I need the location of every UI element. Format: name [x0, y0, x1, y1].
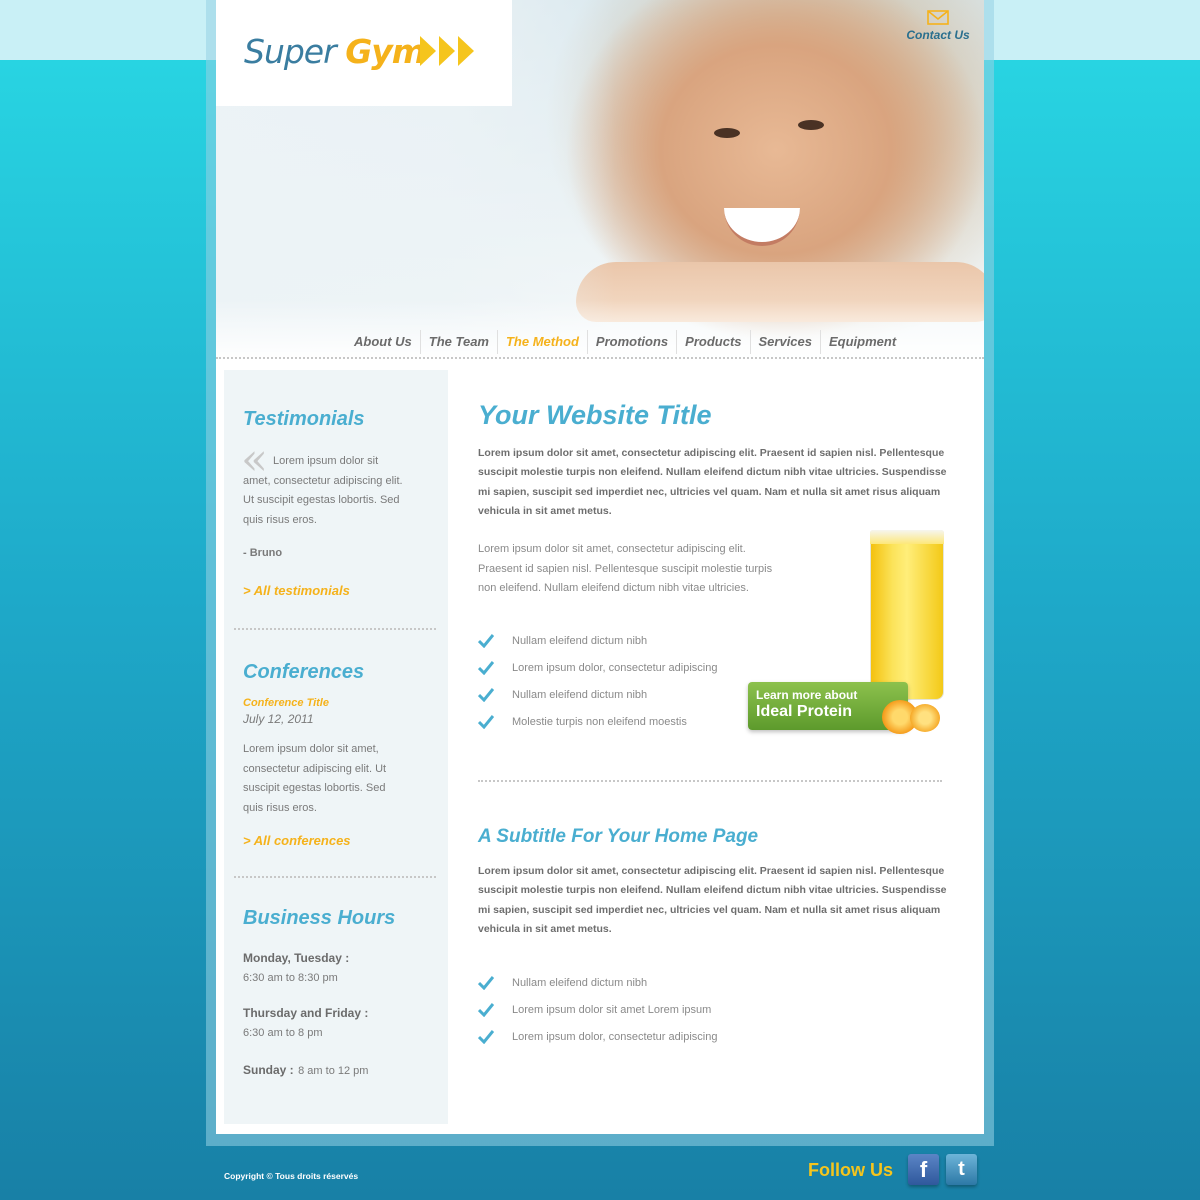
check-icon: [478, 688, 494, 702]
conference-item-date: July 12, 2011: [243, 712, 314, 726]
testimonial-author: - Bruno: [243, 547, 283, 559]
nav-item-products[interactable]: Products: [676, 330, 749, 354]
sidebar-divider: [234, 628, 436, 630]
juice-glass-rim: [870, 530, 944, 544]
all-conferences-link[interactable]: > All conferences: [243, 833, 351, 848]
body-paragraph: Lorem ipsum dolor sit amet, consectetur …: [478, 543, 773, 594]
hours-sunday-row: Sunday : 8 am to 12 pm: [243, 1061, 368, 1079]
juice-glass-image: [870, 530, 944, 700]
page-subtitle: A Subtitle For Your Home Page: [478, 826, 759, 847]
conferences-title: Conferences: [243, 661, 365, 683]
checklist-item: Nullam eleifend dictum nibh: [478, 688, 647, 702]
hours-time: 6:30 am to 8:30 pm: [243, 972, 338, 984]
checklist-label: Nullam eleifend dictum nibh: [512, 689, 648, 701]
intro-paragraph-2: Lorem ipsum dolor sit amet, consectetur …: [478, 865, 947, 935]
checklist-item: Molestie turpis non eleifend moestis: [478, 715, 687, 729]
nav-divider: [216, 357, 984, 359]
logo-word-gym: Gym: [345, 32, 426, 71]
nav-item-equipment[interactable]: Equipment: [820, 330, 904, 354]
logo-arrows-icon: [420, 36, 474, 66]
checklist-item: Lorem ipsum dolor, consectetur adipiscin…: [478, 1030, 717, 1044]
orange-slice-image: [910, 704, 940, 732]
check-icon: [478, 1030, 494, 1044]
logo[interactable]: Super Gym: [244, 32, 426, 71]
testimonials-title: Testimonials: [243, 408, 365, 430]
intro-paragraph: Lorem ipsum dolor sit amet, consectetur …: [478, 447, 947, 517]
nav-item-services[interactable]: Services: [749, 330, 821, 354]
logo-box[interactable]: Super Gym: [216, 0, 512, 106]
hours-day: Thursday and Friday :: [243, 1006, 369, 1020]
nav-item-team[interactable]: The Team: [419, 330, 497, 354]
hours-day: Monday, Tuesday :: [243, 951, 350, 965]
contact-label: Contact Us: [906, 28, 970, 42]
page: Super Gym Contact Us About Us The Team T…: [216, 0, 984, 1134]
hours-time: 8 am to 12 pm: [298, 1065, 369, 1077]
hours-time: 6:30 am to 8 pm: [243, 1027, 323, 1039]
logo-word-super: Super: [244, 32, 337, 71]
check-icon: [478, 634, 494, 648]
checklist-item: Lorem ipsum dolor sit amet Lorem ipsum: [478, 1003, 711, 1017]
conference-text: Lorem ipsum dolor sit amet, consectetur …: [243, 743, 387, 814]
sidebar-divider: [234, 876, 436, 878]
copyright-text: Copyright © Tous droits réservés: [224, 1171, 359, 1181]
testimonial-quote: Lorem ipsum dolor sit amet, consectetur …: [243, 455, 403, 526]
facebook-icon[interactable]: f: [908, 1154, 939, 1185]
checklist-label: Nullam eleifend dictum nibh: [512, 977, 648, 989]
hours-day: Sunday :: [243, 1063, 294, 1077]
checklist-item: Nullam eleifend dictum nibh: [478, 634, 647, 648]
nav-item-promotions[interactable]: Promotions: [586, 330, 676, 354]
checklist-label: Lorem ipsum dolor, consectetur adipiscin…: [512, 662, 718, 674]
check-icon: [478, 661, 494, 675]
page-title: Your Website Title: [478, 400, 712, 430]
twitter-icon[interactable]: t: [946, 1154, 977, 1185]
follow-us-label: Follow Us: [808, 1160, 893, 1180]
checklist-label: Lorem ipsum dolor, consectetur adipiscin…: [512, 1031, 718, 1043]
contact-link[interactable]: Contact Us: [898, 10, 978, 42]
check-icon: [478, 976, 494, 990]
check-icon: [478, 1003, 494, 1017]
all-testimonials-link[interactable]: > All testimonials: [243, 583, 350, 598]
checklist-label: Molestie turpis non eleifend moestis: [512, 716, 687, 728]
nav-item-about[interactable]: About Us: [346, 330, 420, 354]
checklist-item: Nullam eleifend dictum nibh: [478, 976, 647, 990]
promo-line1: Learn more about: [756, 688, 858, 702]
nav-item-method[interactable]: The Method: [496, 330, 587, 354]
content-divider: [478, 780, 942, 782]
sidebar: Testimonials « Lorem ipsum dolor sit ame…: [224, 370, 448, 1124]
checklist-label: Nullam eleifend dictum nibh: [512, 635, 648, 647]
checklist-item: Lorem ipsum dolor, consectetur adipiscin…: [478, 661, 717, 675]
check-icon: [478, 715, 494, 729]
mail-icon: [927, 10, 949, 25]
checklist-label: Lorem ipsum dolor sit amet Lorem ipsum: [512, 1004, 712, 1016]
business-hours-title: Business Hours: [243, 907, 396, 929]
main-nav: About Us The Team The Method Promotions …: [346, 330, 904, 354]
